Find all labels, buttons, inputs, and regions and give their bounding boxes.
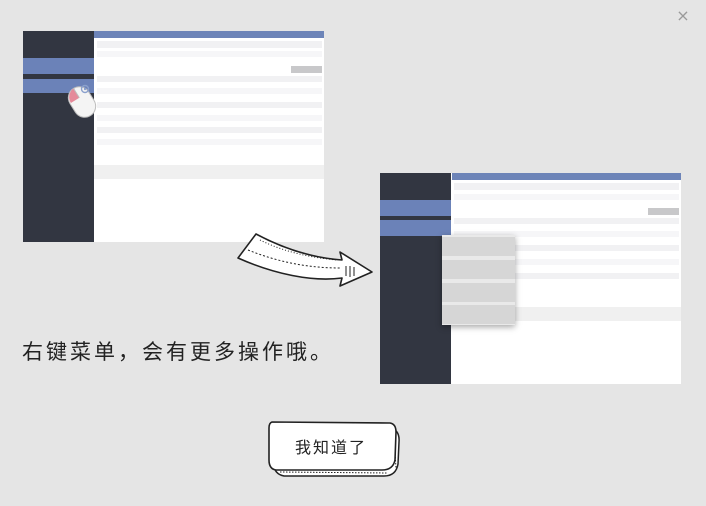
mock-row xyxy=(97,51,322,57)
mock-button xyxy=(291,66,322,73)
mock-topbar xyxy=(452,173,681,180)
mock-row xyxy=(454,194,679,200)
illustration-after xyxy=(380,173,681,384)
hint-text: 右键菜单，会有更多操作哦。 xyxy=(22,340,334,364)
mock-menu-item xyxy=(442,305,515,324)
mock-sidebar-item xyxy=(380,200,451,216)
mock-row xyxy=(97,139,322,145)
mock-row xyxy=(454,183,679,190)
mock-row xyxy=(97,102,322,108)
mock-row xyxy=(97,76,322,82)
mock-menu-item xyxy=(442,237,515,256)
illustration-before xyxy=(23,31,324,242)
close-button[interactable]: × xyxy=(674,7,692,25)
mock-menu-item xyxy=(442,283,515,302)
mock-sidebar-item-selected xyxy=(380,220,451,236)
close-icon: × xyxy=(676,6,690,25)
mock-band xyxy=(94,165,324,179)
mock-row xyxy=(97,127,322,133)
mock-button xyxy=(648,208,679,215)
mock-row xyxy=(97,88,322,94)
mock-row xyxy=(97,41,322,48)
got-it-button[interactable]: 我知道了 xyxy=(266,420,402,480)
mock-row xyxy=(454,218,679,224)
mock-context-menu xyxy=(442,235,515,325)
mock-sidebar-item xyxy=(23,58,94,74)
button-frame xyxy=(268,421,400,477)
mouse-icon xyxy=(67,84,97,118)
curved-arrow-icon xyxy=(237,233,373,287)
mock-menu-item xyxy=(442,260,515,279)
mock-topbar xyxy=(94,31,324,38)
mock-row xyxy=(97,115,322,121)
